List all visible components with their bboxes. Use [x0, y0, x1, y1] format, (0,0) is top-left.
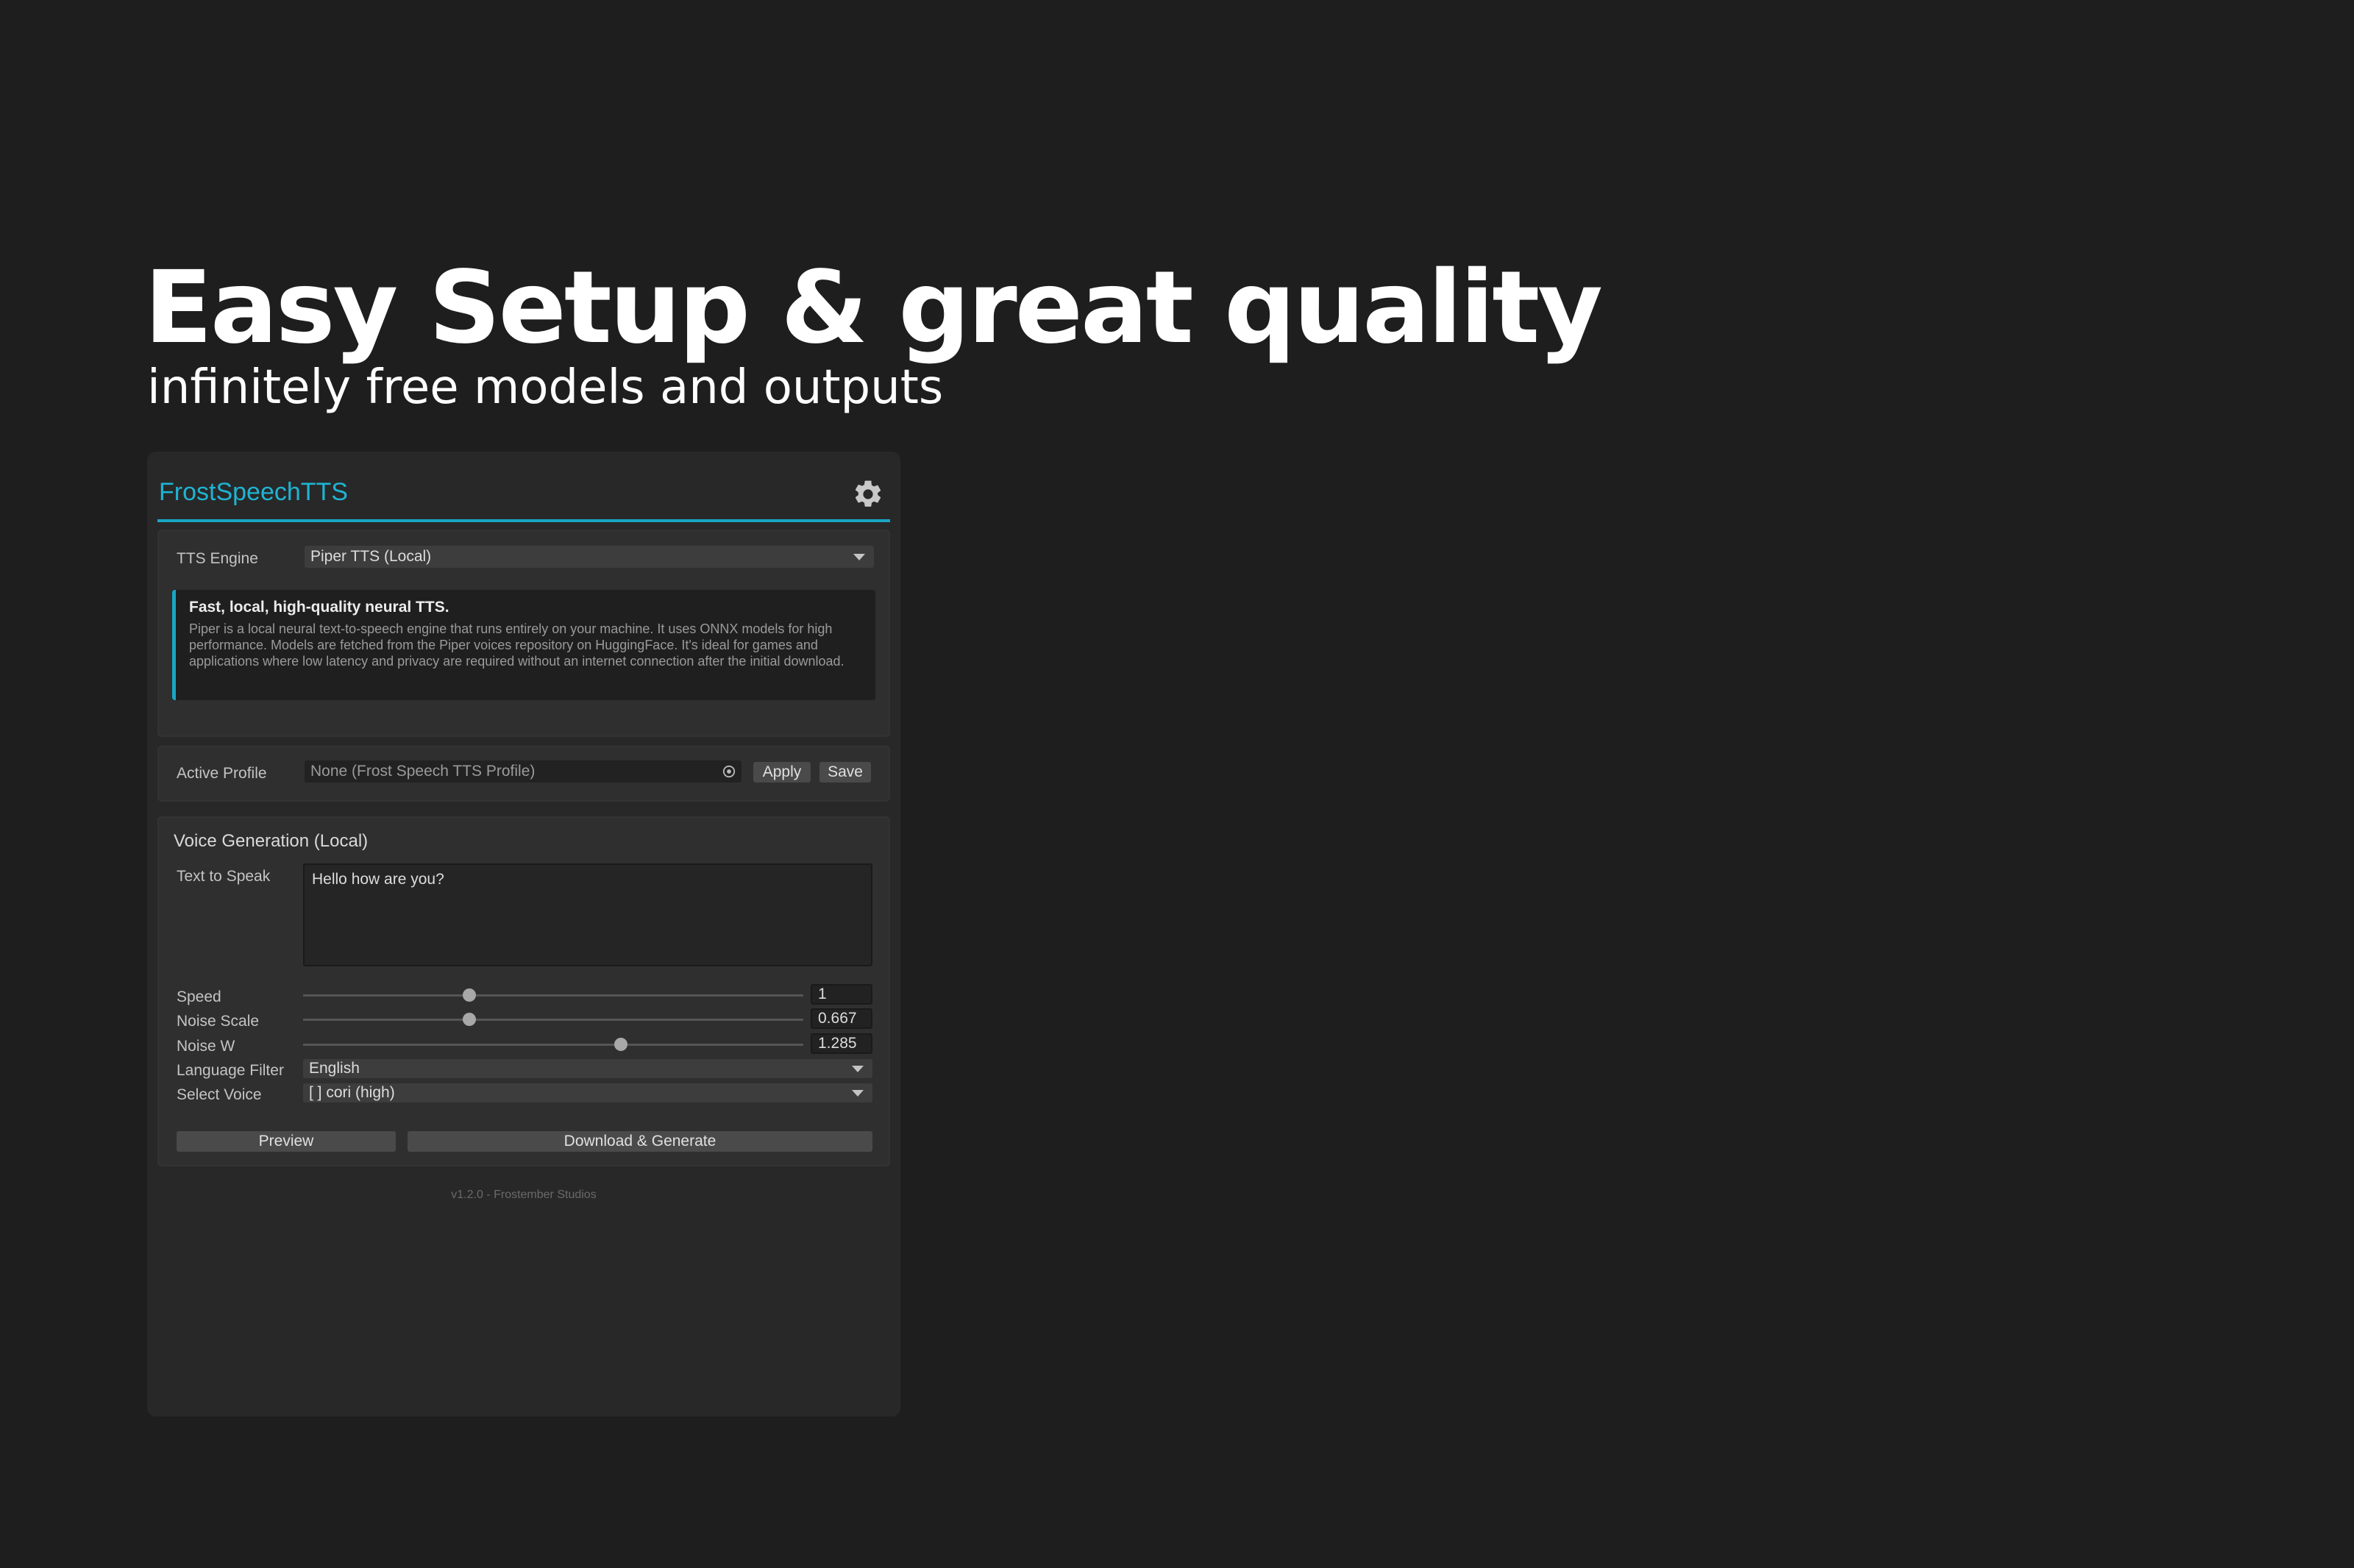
- hero-title: Easy Setup & great quality: [144, 250, 1603, 366]
- noise-w-slider[interactable]: [303, 1033, 803, 1055]
- app-title: FrostSpeechTTS: [159, 478, 348, 506]
- save-button[interactable]: Save: [819, 762, 871, 783]
- chevron-down-icon: [852, 1066, 864, 1072]
- language-filter-dropdown[interactable]: English: [303, 1059, 872, 1078]
- speed-slider-track: [303, 994, 803, 997]
- profile-box: Active Profile None (Frost Speech TTS Pr…: [157, 746, 890, 802]
- gear-icon[interactable]: [852, 478, 884, 510]
- engine-info-box: Fast, local, high-quality neural TTS. Pi…: [172, 590, 875, 700]
- noise-w-slider-knob[interactable]: [614, 1038, 627, 1051]
- text-to-speak-label: Text to Speak: [177, 868, 271, 885]
- version-footer: v1.2.0 - Frostember Studios: [451, 1189, 597, 1201]
- voice-section-title: Voice Generation (Local): [174, 831, 369, 851]
- noise-scale-slider-track: [303, 1019, 803, 1021]
- engine-dropdown[interactable]: Piper TTS (Local): [305, 546, 874, 568]
- select-voice-label: Select Voice: [177, 1086, 262, 1103]
- chevron-down-icon: [852, 1090, 864, 1097]
- select-voice-dropdown[interactable]: [ ] cori (high): [303, 1083, 872, 1102]
- speed-input[interactable]: 1: [811, 984, 872, 1005]
- chevron-down-icon: [853, 554, 865, 560]
- voice-generation-box: Voice Generation (Local) Text to Speak H…: [157, 816, 890, 1166]
- noise-scale-slider-knob[interactable]: [463, 1013, 477, 1026]
- noise-w-slider-track: [303, 1044, 803, 1046]
- select-voice-value: [ ] cori (high): [309, 1084, 395, 1101]
- engine-label: TTS Engine: [177, 550, 258, 567]
- noise-w-input[interactable]: 1.285: [811, 1033, 872, 1054]
- tts-panel: FrostSpeechTTS TTS Engine Piper TTS (Loc…: [147, 452, 900, 1416]
- engine-box: TTS Engine Piper TTS (Local) Fast, local…: [157, 530, 890, 737]
- speed-slider-knob[interactable]: [463, 988, 477, 1002]
- apply-button[interactable]: Apply: [753, 762, 811, 783]
- profile-label: Active Profile: [177, 765, 267, 782]
- engine-dropdown-value: Piper TTS (Local): [310, 548, 432, 565]
- hero-subtitle: infinitely free models and outputs: [147, 360, 944, 415]
- profile-field[interactable]: None (Frost Speech TTS Profile): [305, 760, 742, 783]
- profile-field-value: None (Frost Speech TTS Profile): [310, 763, 536, 780]
- noise-scale-input[interactable]: 0.667: [811, 1008, 872, 1029]
- download-generate-button[interactable]: Download & Generate: [408, 1131, 872, 1152]
- text-to-speak-input[interactable]: Hello how are you?: [303, 863, 872, 966]
- noise-scale-label: Noise Scale: [177, 1013, 260, 1030]
- engine-info-title: Fast, local, high-quality neural TTS.: [189, 599, 449, 616]
- noise-scale-slider[interactable]: [303, 1008, 803, 1030]
- preview-button[interactable]: Preview: [177, 1131, 396, 1152]
- language-filter-label: Language Filter: [177, 1062, 284, 1079]
- object-picker-icon[interactable]: [722, 765, 736, 778]
- panel-header: FrostSpeechTTS: [157, 465, 890, 522]
- language-filter-value: English: [309, 1060, 360, 1077]
- noise-w-label: Noise W: [177, 1038, 235, 1055]
- speed-slider[interactable]: [303, 984, 803, 1006]
- engine-info-body: Piper is a local neural text-to-speech e…: [189, 621, 844, 669]
- speed-label: Speed: [177, 988, 221, 1005]
